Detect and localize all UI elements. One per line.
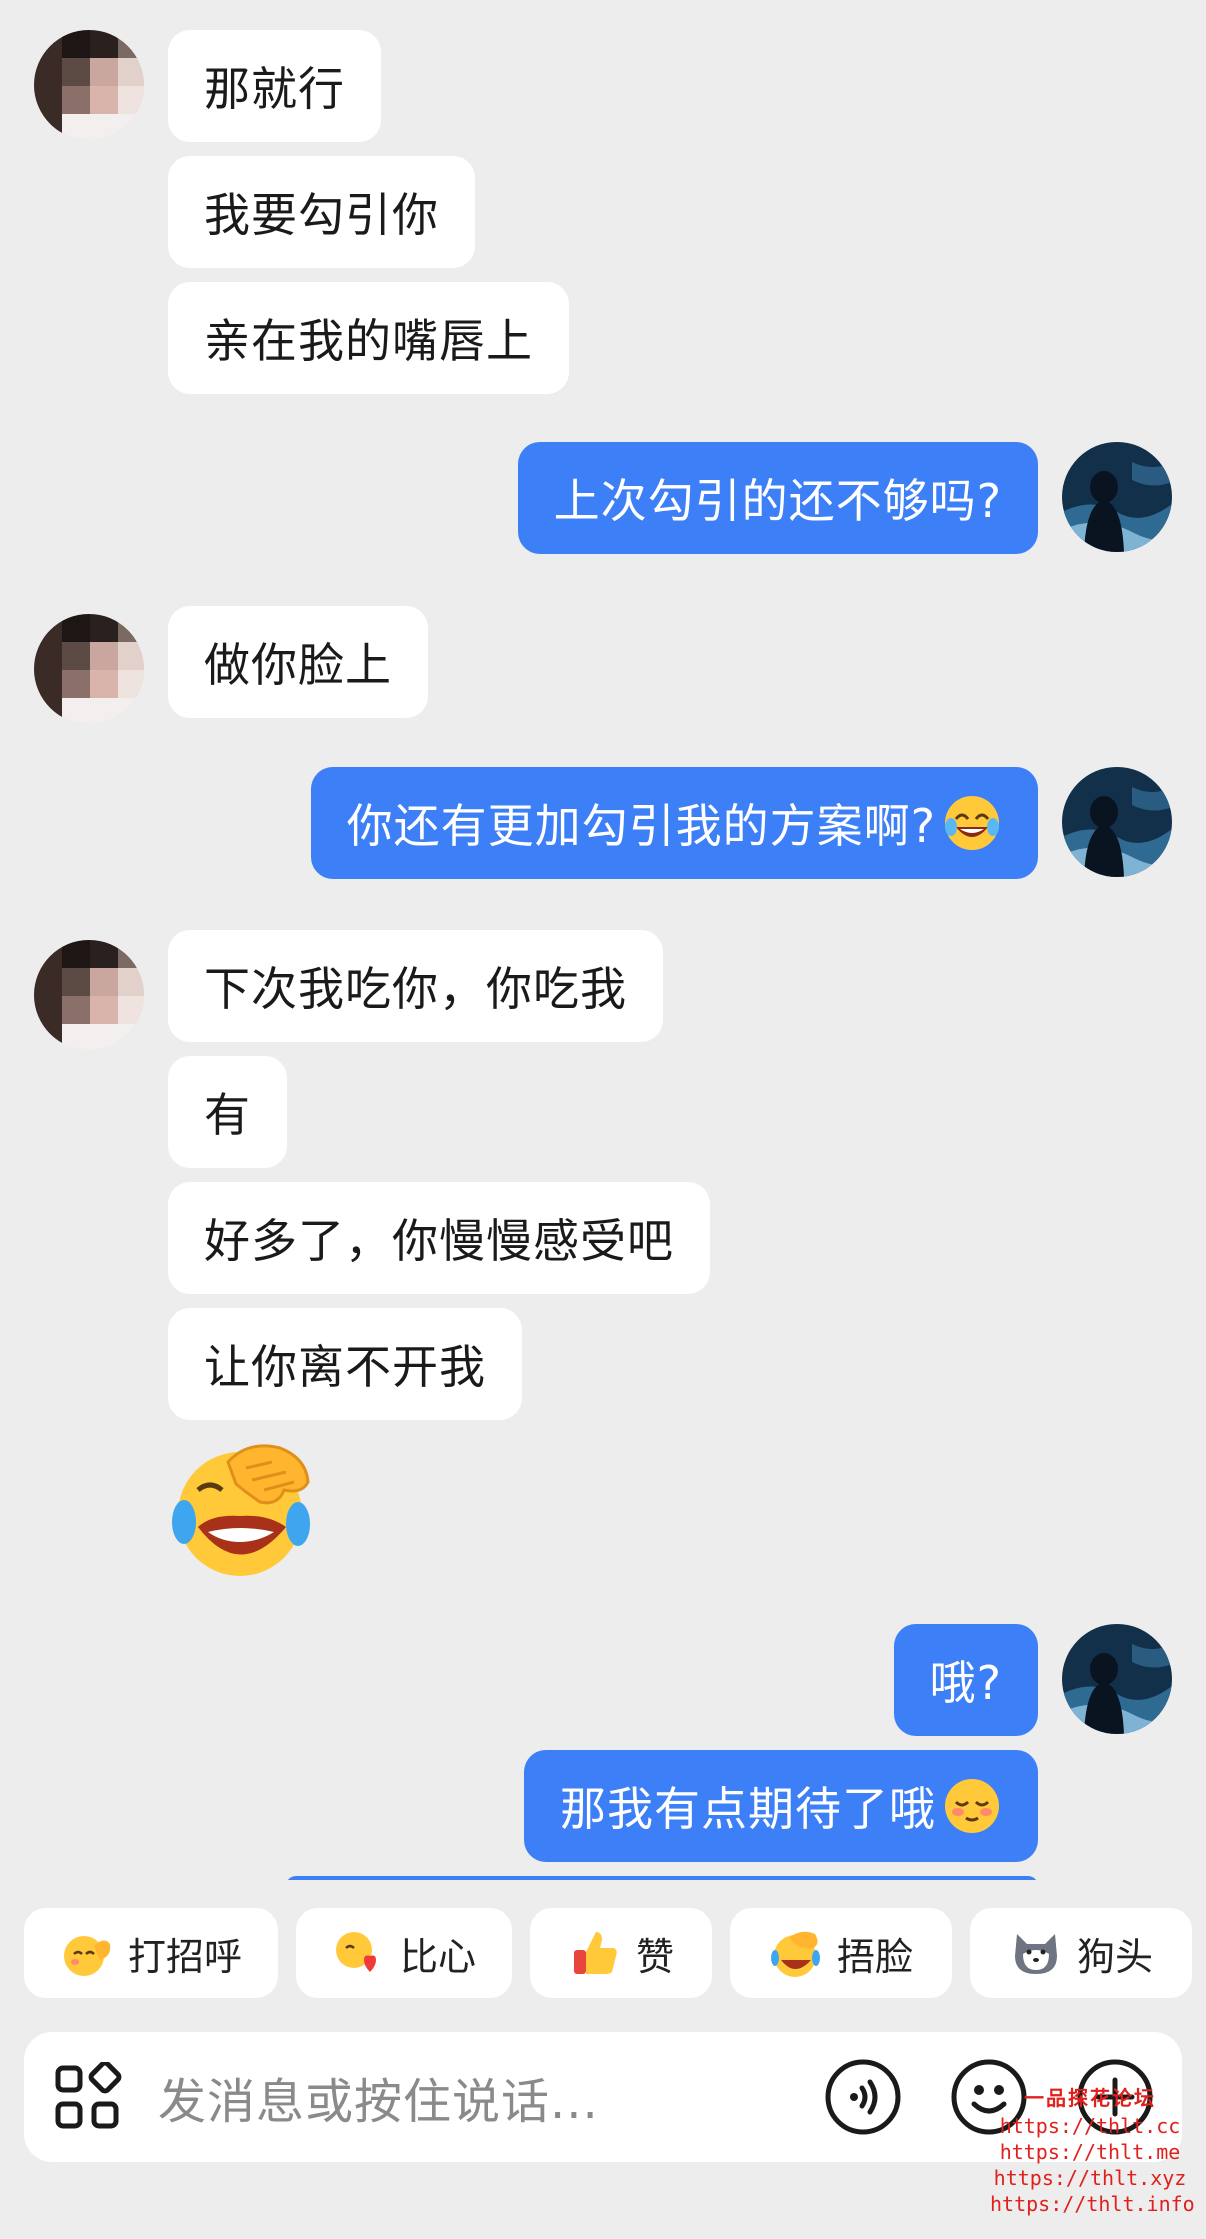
my-avatar[interactable] xyxy=(1062,1624,1172,1734)
contact-avatar[interactable] xyxy=(34,940,144,1050)
message-bubble-incoming[interactable]: 有 xyxy=(168,1056,287,1168)
watermark: 一品探花论坛 https://thlt.cc https://thlt.me h… xyxy=(990,2085,1195,2217)
message-bubble-incoming[interactable]: 亲在我的嘴唇上 xyxy=(168,282,569,394)
quick-reply-label: 赞 xyxy=(635,1934,674,1979)
message-text: 下次我吃你，你吃我 xyxy=(204,962,627,1016)
voice-icon[interactable] xyxy=(824,2058,902,2136)
message-text: 好多了，你慢慢感受吧 xyxy=(204,1214,674,1268)
message-input[interactable]: 发消息或按住说话... xyxy=(158,2032,599,2162)
quick-reply-like[interactable]: 赞 xyxy=(530,1908,712,1998)
message-bubble-incoming[interactable]: 好多了，你慢慢感受吧 xyxy=(168,1182,710,1294)
contact-avatar[interactable] xyxy=(34,30,144,140)
message-text: 有 xyxy=(204,1088,251,1142)
wave-emoji xyxy=(63,1936,111,1976)
quick-reply-label: 比心 xyxy=(399,1934,476,1979)
quick-reply-heart[interactable]: 比心 xyxy=(296,1908,512,1998)
message-text: 亲在我的嘴唇上 xyxy=(204,314,533,368)
doge-emoji xyxy=(1014,1934,1057,1974)
thumbs-up-emoji xyxy=(573,1932,617,1974)
laugh-cry-emoji xyxy=(945,796,999,850)
chat-area: 那就行 我要勾引你 亲在我的嘴唇上 上次勾引的还不够吗? 做你脸上 你还有更加勾… xyxy=(0,0,1206,1880)
message-bubble-outgoing[interactable]: 哦? xyxy=(893,1624,1038,1736)
message-text: 上次勾引的还不够吗? xyxy=(553,474,1002,528)
watermark-url: https://thlt.xyz xyxy=(993,2166,1187,2190)
quick-reply-doge[interactable]: 狗头 xyxy=(970,1908,1192,1998)
facepalm-emoji[interactable] xyxy=(168,1432,318,1582)
watermark-url: https://thlt.cc xyxy=(999,2114,1181,2138)
quick-reply-facepalm[interactable]: 捂脸 xyxy=(730,1908,952,1998)
message-bubble-outgoing[interactable]: 那我有点期待了哦 xyxy=(524,1750,1038,1862)
message-text: 我要勾引你 xyxy=(204,188,439,242)
message-text: 那我有点期待了哦 xyxy=(560,1782,936,1836)
message-text: 哦? xyxy=(929,1656,1002,1710)
contact-avatar[interactable] xyxy=(34,614,144,724)
quick-reply-greet[interactable]: 打招呼 xyxy=(24,1908,278,1998)
message-bubble-incoming[interactable]: 让你离不开我 xyxy=(168,1308,522,1420)
message-bubble-incoming[interactable]: 做你脸上 xyxy=(168,606,428,718)
message-text: 做你脸上 xyxy=(204,638,392,692)
message-text: 你还有更加勾引我的方案啊? xyxy=(346,799,936,853)
apps-grid-icon[interactable] xyxy=(52,2062,122,2132)
shy-smile-emoji xyxy=(945,1779,999,1833)
message-text: 那就行 xyxy=(204,62,345,116)
message-bubble-incoming[interactable]: 我要勾引你 xyxy=(168,156,475,268)
message-bubble-outgoing[interactable]: 上次勾引的还不够吗? xyxy=(517,442,1038,554)
message-bubble-outgoing[interactable]: 你还有更加勾引我的方案啊? xyxy=(310,767,1038,879)
my-avatar[interactable] xyxy=(1062,442,1172,552)
heart-hands-emoji xyxy=(335,1932,376,1972)
quick-reply-bar: 打招呼 比心 赞 捂脸 狗头 xyxy=(0,1908,1206,2004)
watermark-title: 一品探花论坛 xyxy=(1024,2086,1156,2110)
watermark-url: https://thlt.info xyxy=(990,2192,1195,2216)
facepalm-emoji xyxy=(770,1931,820,1977)
my-avatar[interactable] xyxy=(1062,767,1172,877)
quick-reply-label: 狗头 xyxy=(1076,1934,1153,1979)
quick-reply-label: 捂脸 xyxy=(836,1934,913,1979)
message-text: 让你离不开我 xyxy=(204,1340,486,1394)
watermark-url: https://thlt.me xyxy=(999,2140,1181,2164)
message-bubble-incoming[interactable]: 下次我吃你，你吃我 xyxy=(168,930,663,1042)
message-bubble-outgoing-partial[interactable] xyxy=(286,1876,1038,1880)
quick-reply-label: 打招呼 xyxy=(127,1934,242,1979)
message-bubble-incoming[interactable]: 那就行 xyxy=(168,30,381,142)
